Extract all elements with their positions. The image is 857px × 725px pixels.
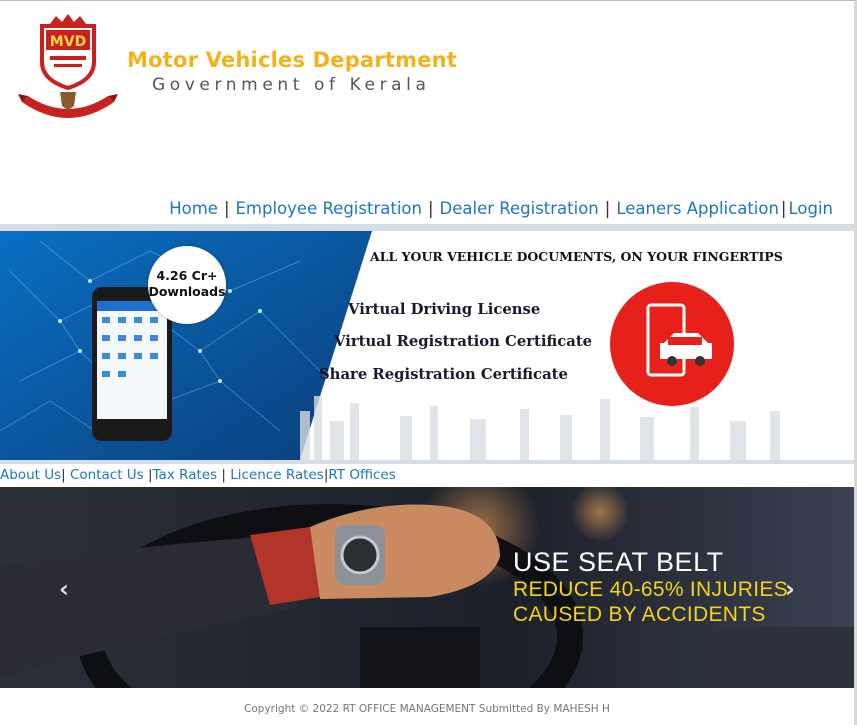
carousel-next-icon[interactable]: ›	[778, 574, 802, 604]
banner-divider	[0, 460, 854, 464]
banner-headline: ALL YOUR VEHICLE DOCUMENTS, ON YOUR FING…	[370, 249, 783, 264]
badge-label: Downloads	[148, 284, 226, 299]
department-subtitle: Government of Kerala	[152, 75, 431, 95]
contact-us-link[interactable]: Contact Us	[70, 467, 144, 483]
carousel-title: USE SEAT BELT	[513, 547, 724, 577]
nav-employee-registration-link[interactable]: Employee Registration	[236, 199, 422, 218]
nav-separator: |	[604, 199, 611, 218]
rt-offices-link[interactable]: RT Offices	[328, 467, 395, 483]
nav-leaners-application-link[interactable]: Leaners Application	[616, 199, 779, 218]
nav-login-link[interactable]: Login	[788, 199, 833, 218]
nav-separator: |	[61, 467, 70, 483]
logo-emblem-text: MVD	[50, 34, 86, 50]
carousel-line-1: REDUCE 40-65% INJURIES	[513, 578, 789, 601]
carousel-line-2: CAUSED BY ACCIDENTS	[513, 603, 766, 626]
feature-virtual-driving-license: Virtual Driving License	[348, 301, 541, 318]
logo-ribbon-text: SAFE KERALA	[46, 119, 92, 126]
licence-rates-link[interactable]: Licence Rates	[230, 467, 324, 483]
nav-dealer-registration-link[interactable]: Dealer Registration	[440, 199, 599, 218]
mvd-logo: MVD SAFE KERALA	[18, 14, 118, 130]
nav-separator: |	[143, 467, 153, 483]
mparivahan-banner: 4.26 Cr+ Downloads ALL YOUR VEHICLE DOCU…	[0, 231, 854, 460]
nav-separator: |	[780, 199, 787, 218]
carousel-prev-icon[interactable]: ‹	[52, 574, 76, 604]
nav-separator: |	[427, 199, 434, 218]
tax-rates-link[interactable]: Tax Rates	[153, 467, 218, 483]
badge-count: 4.26 Cr+	[156, 268, 218, 283]
footer-copyright: Copyright © 2022 RT OFFICE MANAGEMENT Su…	[244, 703, 610, 715]
feature-share-registration-certificate: Share Registration Certificate	[319, 366, 568, 383]
header-divider	[0, 224, 854, 231]
secondary-navigation: About Us| Contact Us |Tax Rates | Licenc…	[0, 467, 396, 483]
nav-separator: |	[217, 467, 231, 483]
feature-virtual-registration-certificate: Virtual Registration Certificate	[334, 333, 593, 350]
about-us-link[interactable]: About Us	[0, 467, 61, 483]
department-title: Motor Vehicles Department	[127, 48, 458, 72]
top-navigation: Home | Employee Registration | Dealer Regist…	[169, 199, 833, 218]
nav-home-link[interactable]: Home	[169, 199, 218, 218]
nav-separator: |	[223, 199, 230, 218]
downloads-badge: 4.26 Cr+ Downloads	[148, 246, 226, 324]
